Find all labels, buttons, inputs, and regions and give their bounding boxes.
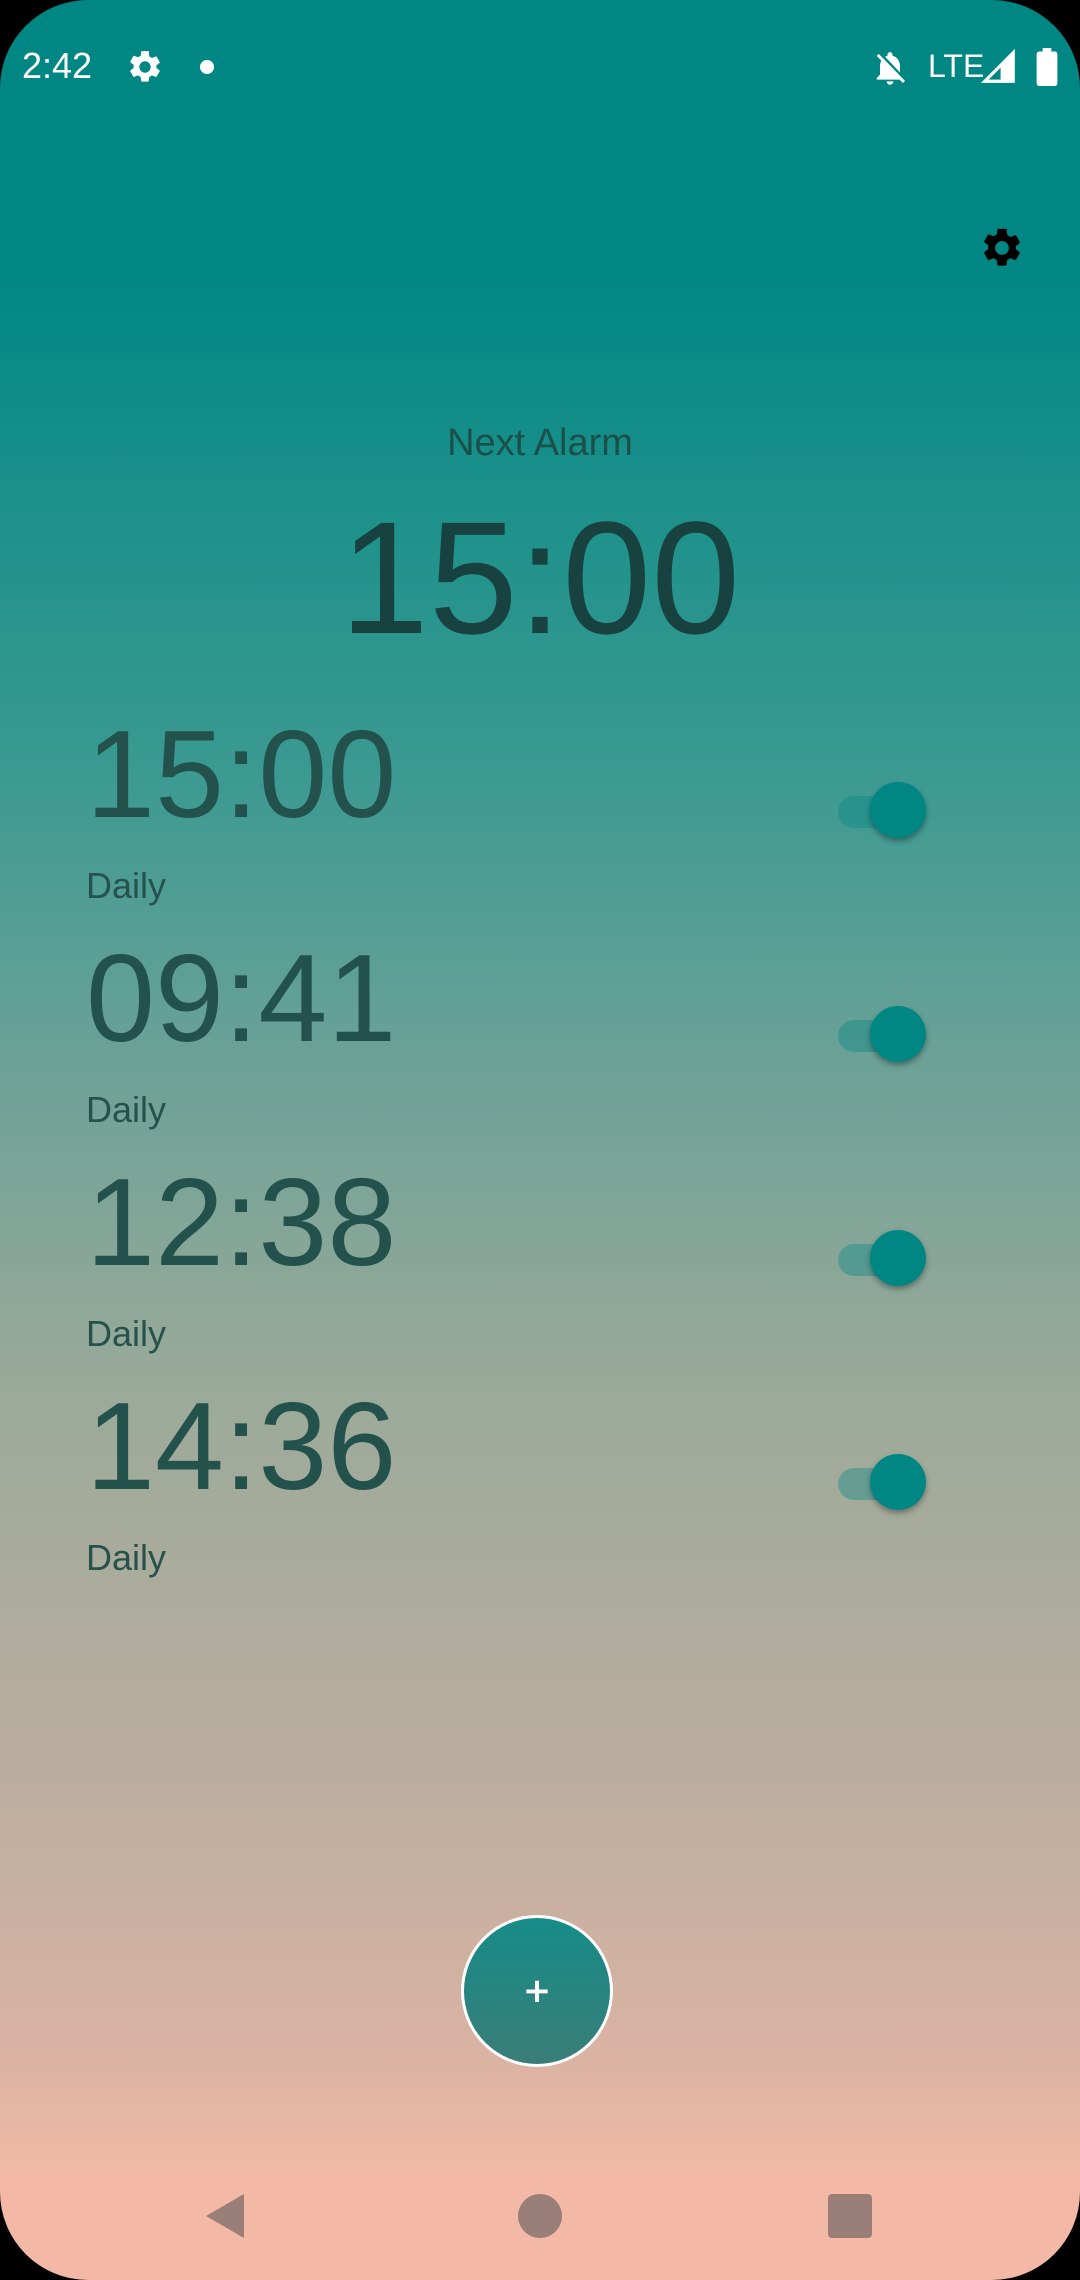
battery-icon [1036, 48, 1058, 86]
alarm-toggle[interactable] [836, 780, 926, 840]
alarm-item[interactable]: 14:36 Daily [0, 1372, 1080, 1596]
alarm-time: 14:36 [86, 1378, 397, 1516]
alarm-repeat-label: Daily [86, 1089, 167, 1130]
alarm-time: 15:00 [86, 706, 397, 844]
network-type-label: LTE [928, 48, 985, 84]
alarm-repeat-label: Daily [86, 1537, 167, 1578]
gear-icon [984, 228, 1020, 266]
alarm-toggle[interactable] [836, 1452, 926, 1512]
alarm-repeat-label: Daily [86, 865, 167, 906]
alarm-item[interactable]: 12:38 Daily [0, 1148, 1080, 1372]
recents-icon[interactable] [828, 2194, 872, 2238]
settings-icon [130, 51, 160, 82]
bell-off-icon [876, 52, 905, 85]
alarm-time: 12:38 [86, 1154, 397, 1292]
navigation-bar [0, 2160, 1080, 2280]
status-bar: 2:42 LTE [0, 0, 1080, 136]
alarm-repeat-label: Daily [86, 1313, 167, 1354]
next-alarm-time: 15:00 [339, 488, 741, 667]
alarm-toggle[interactable] [836, 1004, 926, 1064]
next-alarm-label: Next Alarm [447, 422, 633, 464]
alarm-toggle[interactable] [836, 1228, 926, 1288]
notification-dot-icon [200, 60, 214, 74]
alarm-screen: 2:42 LTE Next Alarm 15:00 15:00 Daily 09… [0, 0, 1080, 2280]
status-time: 2:42 [22, 45, 93, 86]
toggle-thumb [870, 1454, 926, 1510]
toggle-thumb [870, 782, 926, 838]
toggle-thumb [870, 1006, 926, 1062]
alarm-item[interactable]: 15:00 Daily [0, 700, 1080, 924]
home-icon[interactable] [518, 2194, 562, 2238]
alarm-time: 09:41 [86, 930, 397, 1068]
signal-icon [980, 48, 1015, 83]
add-alarm-button[interactable]: + [461, 1915, 613, 2067]
toggle-thumb [870, 1230, 926, 1286]
alarm-item[interactable]: 09:41 Daily [0, 924, 1080, 1148]
back-icon[interactable] [204, 2192, 246, 2240]
settings-button[interactable] [972, 218, 1032, 278]
